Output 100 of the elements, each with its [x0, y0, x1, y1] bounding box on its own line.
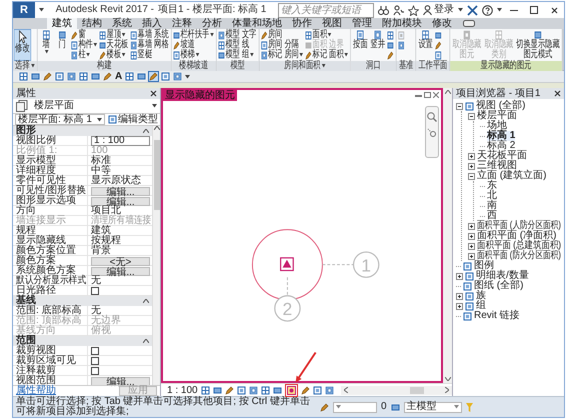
sign-in-button[interactable]: 登录: [423, 4, 454, 16]
panel-title: 模型: [216, 61, 258, 71]
tree-item[interactable]: 立面 (建筑立面): [477, 171, 546, 181]
tree-item[interactable]: 东: [487, 181, 497, 191]
tree-item[interactable]: 南: [487, 201, 497, 211]
ribbon-button[interactable]: 竖梃: [130, 50, 170, 60]
view-mode-label: 显示隐藏的图元: [163, 90, 237, 101]
tree-item[interactable]: 三维视图: [477, 161, 517, 171]
ribbon-tab[interactable]: 修改: [427, 18, 457, 29]
tree-item[interactable]: 面积平面 (防火分区面积): [477, 251, 561, 261]
ribbon-button[interactable]: 窗: [71, 30, 98, 40]
ribbon-button[interactable]: 楼板: [99, 50, 129, 60]
ribbon-button[interactable]: 天花板: [99, 40, 129, 50]
ribbon-button[interactable]: 坡道: [173, 40, 214, 50]
tree-item[interactable]: 明细表/数量: [476, 271, 529, 281]
ribbon-button[interactable]: 标记 房间: [260, 50, 304, 60]
ribbon-button[interactable]: 构件: [71, 40, 98, 50]
ribbon-button[interactable]: 房间 分隔: [260, 40, 304, 50]
document-title: 项目1 - 楼层平面: 标高 1: [158, 4, 266, 16]
tree-item[interactable]: 面积平面 (人防分区面积): [477, 221, 561, 231]
tree-item[interactable]: 面积平面 (净面积): [477, 231, 556, 241]
ribbon-button[interactable]: 栏杆扶手: [173, 30, 214, 40]
ribbon-tab[interactable]: 协作: [287, 18, 317, 29]
tree-item[interactable]: 天花板平面: [477, 151, 527, 161]
ribbon-button[interactable]: 房间: [260, 30, 304, 40]
ribbon-button[interactable]: 楼梯: [173, 50, 214, 60]
property-value: 按规程: [91, 236, 121, 246]
tree-item[interactable]: 西: [487, 211, 497, 221]
instance-dropdown[interactable]: 楼层平面: 标高 1: [15, 114, 105, 125]
model-dropdown[interactable]: 主模型: [404, 402, 462, 412]
ribbon-button[interactable]: 模型 线: [218, 40, 257, 50]
tree-item[interactable]: 楼层平面: [477, 111, 517, 121]
tree-item[interactable]: 标高 1: [487, 131, 516, 141]
edit-button[interactable]: 编辑...: [91, 186, 150, 196]
panel-title[interactable]: 选择: [13, 61, 37, 71]
tree-item[interactable]: 面积平面 (总建筑面积): [477, 241, 562, 251]
property-label: 视图比例: [16, 136, 56, 146]
panel-title: 工作平面: [416, 61, 450, 71]
property-label: 显示隐藏线: [16, 236, 66, 246]
ribbon-button[interactable]: 幕墙 网格: [130, 40, 170, 50]
tree-item[interactable]: 视图 (全部): [476, 101, 526, 111]
property-label: 范围: 顶部标高: [16, 316, 82, 326]
ribbon-button[interactable]: 设置: [418, 30, 434, 60]
edit-button[interactable]: 编辑...: [91, 196, 150, 206]
ribbon-button[interactable]: 标记 面积: [305, 50, 349, 60]
ribbon-button[interactable]: 屋顶: [99, 30, 129, 40]
ribbon-tab[interactable]: 分析: [197, 18, 227, 29]
ribbon-tab[interactable]: 体量和场地: [227, 18, 287, 29]
panel-title: 洞口: [350, 61, 396, 71]
group-header[interactable]: 基线: [16, 296, 36, 306]
property-label: 系统颜色方案: [16, 266, 76, 276]
ribbon-button[interactable]: 门: [55, 30, 70, 60]
ribbon-button[interactable]: 按面: [352, 30, 368, 60]
edit-button[interactable]: 编辑...: [91, 266, 150, 276]
ribbon-tab[interactable]: 建筑: [47, 18, 77, 29]
ribbon-tab[interactable]: 管理: [347, 18, 377, 29]
view-scale[interactable]: 1 : 100: [167, 384, 198, 396]
tree-item[interactable]: 标高 2: [487, 141, 516, 151]
tree-item[interactable]: 场地: [487, 121, 507, 131]
panel-title: 属性: [16, 88, 36, 99]
ribbon-tab[interactable]: 系统: [107, 18, 137, 29]
property-label: 基线方向: [16, 326, 56, 336]
help-link[interactable]: 属性帮助: [16, 386, 56, 396]
ribbon-tab[interactable]: 结构: [77, 18, 107, 29]
property-value: 项目北: [91, 206, 121, 216]
ribbon-button[interactable]: 模型 文字: [218, 30, 257, 40]
property-label: 图形显示选项: [16, 196, 76, 206]
tree-item[interactable]: 图例: [474, 261, 494, 271]
ribbon-button[interactable]: 切换显示隐藏图元模式: [516, 30, 560, 60]
property-label: 墙连接显示: [16, 216, 66, 226]
text-tool-button[interactable]: A: [115, 71, 122, 82]
ribbon-button[interactable]: 幕墙 系统: [130, 30, 170, 40]
tree-item[interactable]: 北: [487, 191, 497, 201]
grid-bubble: 1: [352, 251, 380, 278]
ribbon-button[interactable]: 模型 组: [218, 50, 257, 60]
tree-item[interactable]: 组: [476, 301, 486, 311]
edit-type-button[interactable]: 编辑类型: [108, 114, 158, 124]
panel-title[interactable]: 房间和面积: [259, 61, 350, 71]
ribbon-button[interactable]: 面积: [305, 30, 349, 40]
ribbon-tab[interactable]: 视图: [317, 18, 347, 29]
ribbon-button[interactable]: 柱: [71, 50, 98, 60]
edit-button[interactable]: <无>: [91, 256, 150, 266]
ribbon-tab[interactable]: 附加模块: [377, 18, 427, 29]
search-field[interactable]: 键入关键字或短语: [278, 2, 374, 18]
property-label: 零件可见性: [16, 176, 66, 186]
ribbon-button[interactable]: 竖井: [370, 30, 386, 60]
grid-bubble: 2: [274, 295, 301, 322]
ribbon-tab[interactable]: 插入: [137, 18, 167, 29]
property-label: 注释裁剪: [16, 366, 56, 376]
ribbon-button[interactable]: 墙: [39, 30, 54, 60]
ribbon-tab[interactable]: 注释: [167, 18, 197, 29]
ribbon-button[interactable]: 修改: [14, 30, 30, 60]
tree-item[interactable]: Revit 链接: [474, 311, 520, 321]
type-selector[interactable]: 楼层平面: [13, 99, 160, 114]
window-title: Autodesk Revit 2017 -: [56, 4, 154, 16]
group-header[interactable]: 图形: [16, 126, 36, 136]
group-header[interactable]: 范围: [16, 336, 36, 346]
tree-item[interactable]: 族: [476, 291, 486, 301]
tree-item[interactable]: 图纸 (全部): [474, 281, 524, 291]
app-logo[interactable]: R: [13, 2, 35, 18]
